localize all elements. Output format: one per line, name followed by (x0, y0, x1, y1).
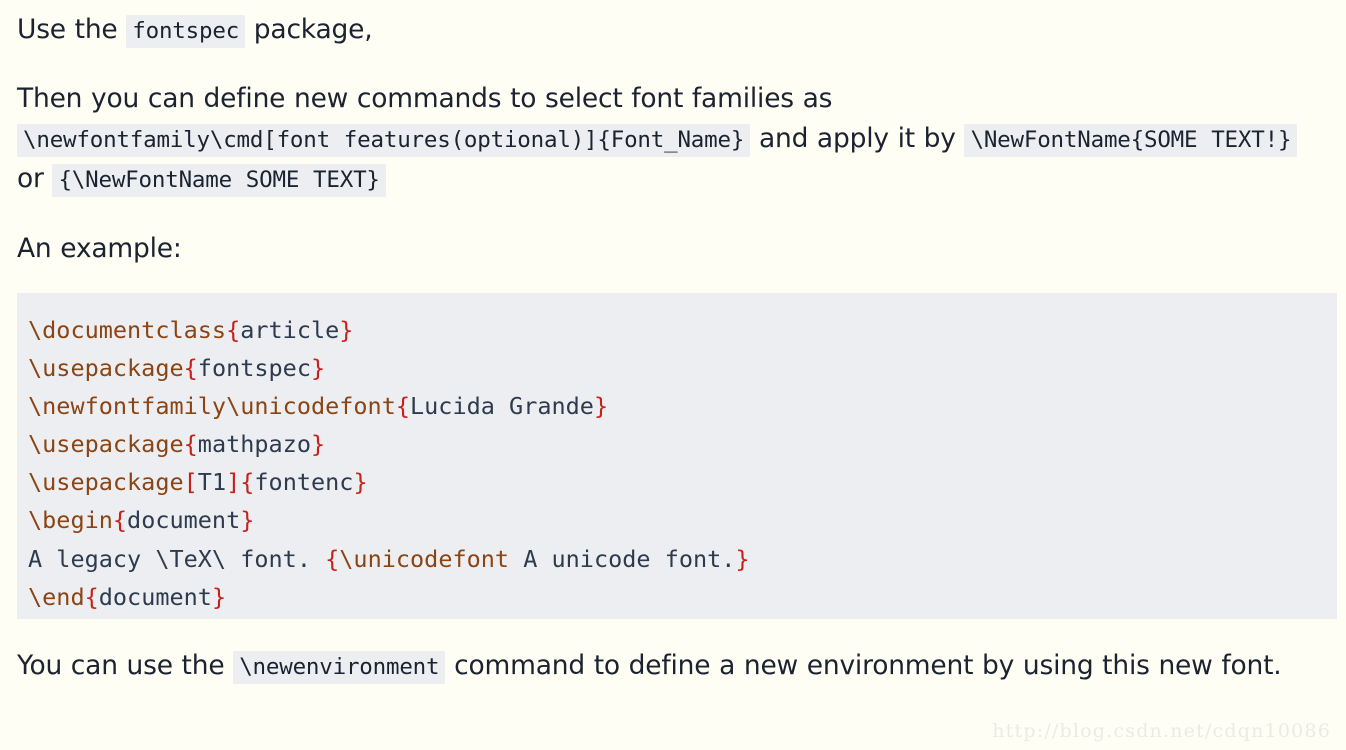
paragraph4-part1: You can use the (17, 650, 225, 681)
code-line: \begin{document} (28, 501, 1337, 539)
code-token: } (735, 544, 750, 573)
watermark-blog-url: http://blog.csdn.net/cdqn10086 (992, 720, 1331, 742)
code-token: } (339, 316, 354, 344)
document-page: Use the fontspec package, Then you can d… (0, 0, 1346, 750)
paragraph2-part1: Then you can define new commands to sele… (17, 83, 833, 114)
code-token: \usepackage (28, 354, 184, 383)
paragraph3-text: An example: (17, 233, 182, 264)
paragraph1-text-before: Use the (17, 14, 118, 45)
code-token: fontenc (254, 468, 354, 497)
inline-code-newfontname-some-text: {\NewFontName SOME TEXT} (52, 164, 386, 197)
paragraph-newenvironment: You can use the \newenvironment command … (17, 646, 1317, 686)
code-line: \end{document} (28, 578, 1337, 616)
code-token: { (183, 430, 198, 459)
code-token: T1 (197, 468, 227, 497)
code-token: A legacy \TeX\ font. (28, 544, 326, 573)
code-line: \usepackage{mathpazo} (28, 425, 1337, 463)
code-line: A legacy \TeX\ font. {\unicodefont A uni… (28, 540, 1337, 578)
code-token: { (240, 468, 255, 497)
code-token: { (226, 316, 241, 344)
code-token: } (211, 582, 227, 611)
code-line: \newfontfamily\unicodefont{Lucida Grande… (28, 387, 1337, 425)
code-token: \unicodefont (339, 544, 510, 573)
code-token: \usepackage (28, 468, 184, 497)
code-line: \documentclass{article} (28, 311, 1337, 349)
code-token: } (353, 468, 368, 497)
paragraph2-part2: and apply it by (758, 123, 956, 154)
code-token: \documentclass (28, 316, 227, 344)
paragraph1-text-after: package, (253, 14, 373, 45)
code-line: \usepackage{fontspec} (28, 349, 1337, 387)
code-token: { (112, 506, 128, 535)
paragraph-an-example: An example: (17, 229, 182, 269)
code-token: [ (183, 468, 198, 497)
inline-code-newfontname-some-text-bang: \NewFontName{SOME TEXT!} (964, 124, 1298, 157)
code-token: \end (28, 582, 85, 611)
code-token: } (240, 506, 255, 535)
code-token: Lucida Grande (410, 392, 594, 421)
code-token: mathpazo (197, 430, 311, 459)
code-token: } (593, 392, 609, 421)
code-token: \usepackage (28, 430, 184, 459)
paragraph4-part2: command to define a new environment by u… (454, 650, 1282, 681)
paragraph-use-the-fontspec-package: Use the fontspec package, (17, 10, 373, 50)
code-token: { (183, 354, 198, 383)
code-token: A unicode font. (509, 544, 736, 573)
code-token: document (127, 506, 241, 535)
code-token: ] (226, 468, 241, 497)
inline-code-newfontfamily-cmd: \newfontfamily\cmd[font features(optiona… (17, 124, 751, 157)
code-token: article (240, 316, 340, 344)
code-token: } (310, 354, 326, 383)
inline-code-newenvironment: \newenvironment (233, 651, 446, 684)
code-token: document (98, 582, 212, 611)
code-token: { (325, 544, 340, 573)
code-token: { (84, 582, 99, 611)
code-token: } (310, 430, 326, 459)
paragraph2-part3: or (17, 163, 44, 194)
code-token: \begin (28, 506, 113, 535)
latex-code-block: \documentclass{article} \usepackage{fonts… (17, 293, 1337, 619)
code-token: \newfontfamily\unicodefont (28, 392, 396, 421)
paragraph-define-new-commands: Then you can define new commands to sele… (17, 79, 1329, 199)
code-token: { (395, 392, 411, 421)
inline-code-fontspec: fontspec (126, 15, 246, 48)
code-line: \usepackage[T1]{fontenc} (28, 463, 1337, 501)
code-token: fontspec (197, 354, 311, 383)
